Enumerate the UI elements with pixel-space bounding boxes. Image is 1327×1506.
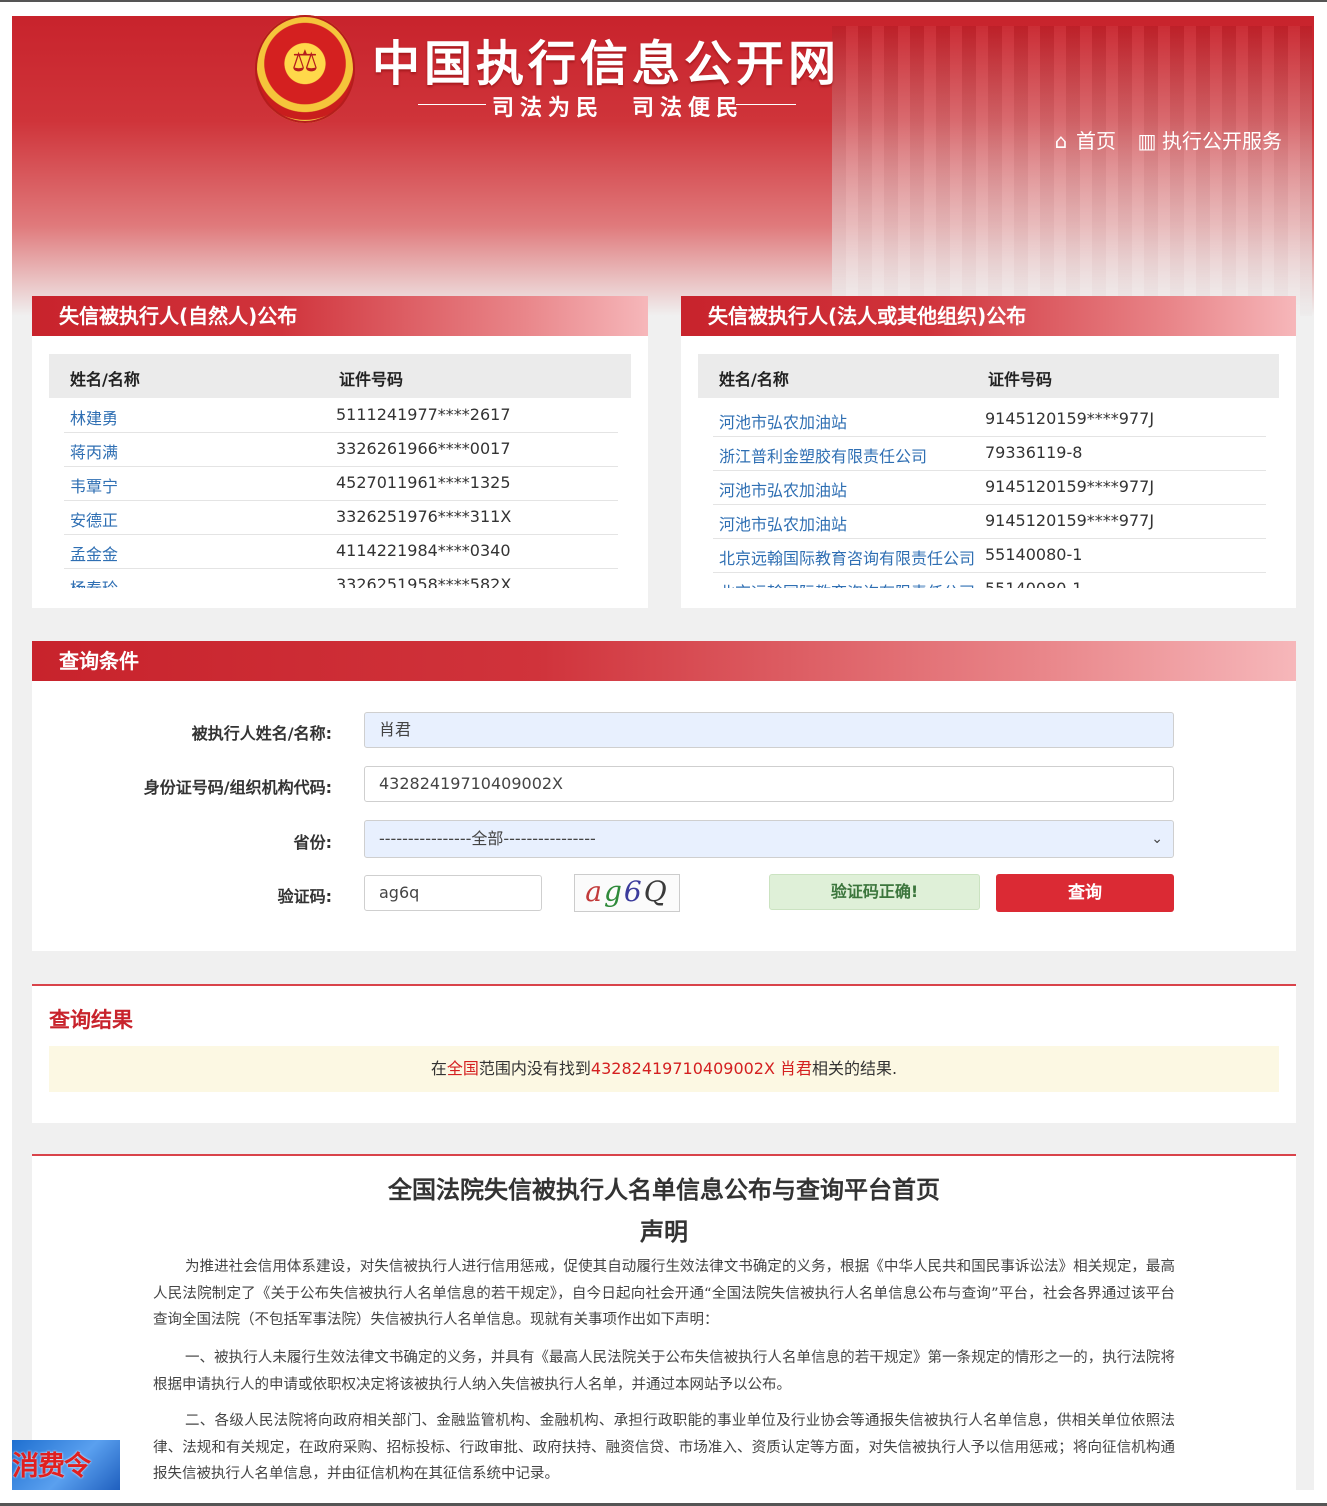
person-name-link[interactable]: 孟金金 [70, 541, 118, 565]
declaration-subtitle: 声明 [640, 1218, 688, 1246]
person-id: 3326251976****311X [336, 507, 512, 526]
site-slogan: 司法为民 司法便民 [492, 95, 745, 121]
table-row: 浙江普利金塑胶有限责任公司 79336119-8 [713, 436, 1266, 471]
org-id: 55140080-1 [985, 579, 1082, 588]
name-input[interactable]: 肖君 [364, 712, 1174, 748]
person-id: 3326261966****0017 [336, 439, 511, 458]
court-building-image [832, 26, 1312, 316]
nav-execution-service-link[interactable]: ▥ 执行公开服务 [1136, 125, 1282, 154]
table-row: 河池市弘农加油站 9145120159****977J [713, 470, 1266, 505]
org-name-link[interactable]: 河池市弘农加油站 [719, 409, 847, 433]
site-title: 中国执行信息公开网 [372, 36, 841, 92]
org-id: 9145120159****977J [985, 409, 1155, 428]
captcha-input[interactable]: ag6q [364, 875, 542, 911]
table-row: 孟金金 4114221984****0340 [64, 534, 618, 569]
org-id: 55140080-1 [985, 545, 1083, 564]
slogan-divider [418, 104, 486, 105]
person-panel-title: 失信被执行人(自然人)公布 [32, 296, 648, 336]
org-id: 9145120159****977J [985, 511, 1155, 530]
person-name-link[interactable]: 杨春玲 [70, 575, 118, 588]
person-id: 5111241977****2617 [336, 405, 511, 424]
org-name-link[interactable]: 浙江普利金塑胶有限责任公司 [719, 443, 927, 467]
home-icon: ⌂ [1054, 129, 1068, 153]
person-name-link[interactable]: 林建勇 [70, 405, 118, 429]
slogan-divider [736, 104, 796, 105]
captcha-image[interactable]: ag6Q [574, 874, 680, 912]
result-message: 在全国范围内没有找到43282419710409002X 肖君相关的结果. [49, 1046, 1279, 1092]
result-scope: 全国 [446, 1059, 479, 1078]
name-label: 被执行人姓名/名称: [191, 724, 332, 743]
result-query-terms: 43282419710409002X 肖君 [590, 1059, 813, 1078]
org-id: 79336119-8 [985, 443, 1083, 462]
person-name-link[interactable]: 蒋丙满 [70, 439, 118, 463]
province-selected-value: ----------------全部---------------- [379, 829, 596, 848]
result-text: 范围内没有找到 [478, 1059, 591, 1078]
column-header-id: 证件号码 [988, 370, 1053, 389]
table-row: 河池市弘农加油站 9145120159****977J [713, 402, 1266, 437]
declaration-paragraph: 为推进社会信用体系建设，对失信被执行人进行信用惩戒，促使其自动履行生效法律文书确… [153, 1259, 1175, 1328]
captcha-char: g [603, 875, 624, 908]
org-name-link[interactable]: 河池市弘农加油站 [719, 477, 847, 501]
query-button[interactable]: 查询 [996, 874, 1174, 912]
nav-home-link[interactable]: ⌂ 首页 [1050, 125, 1116, 154]
province-label: 省份: [293, 833, 332, 852]
org-list-panel: 失信被执行人(法人或其他组织)公布 姓名/名称 证件号码 河池市弘农加油站 914… [681, 296, 1296, 608]
table-row: 杨春玲 3326251958****582X [64, 568, 618, 588]
name-label-wrap: 被执行人姓名/名称: [100, 720, 332, 744]
nav-home-label: 首页 [1076, 129, 1116, 153]
chevron-down-icon: ⌄ [1151, 831, 1163, 847]
table-row: 韦覃宁 4527011961****1325 [64, 466, 618, 501]
floating-ad-banner[interactable]: 消费令 [12, 1440, 120, 1490]
org-name-link[interactable]: 北京远翰国际教育咨询有限责任公司 [719, 579, 975, 588]
id-number-input[interactable]: 43282419710409002X [364, 766, 1174, 802]
person-name-link[interactable]: 安德正 [70, 507, 118, 531]
table-row: 林建勇 5111241977****2617 [64, 398, 618, 433]
org-table-body[interactable]: 河池市弘农加油站 9145120159****977J 浙江普利金塑胶有限责任公司… [681, 398, 1296, 588]
building-icon: ▥ [1137, 129, 1157, 153]
column-header-name: 姓名/名称 [719, 370, 789, 389]
result-title: 查询结果 [49, 1008, 133, 1032]
query-panel-title: 查询条件 [32, 641, 1296, 681]
person-id: 4114221984****0340 [336, 541, 511, 560]
person-table-body[interactable]: 林建勇 5111241977****2617 蒋丙满 3326261966****0… [32, 398, 648, 588]
declaration-paragraph: 一、被执行人未履行生效法律文书确定的义务，并具有《最高人民法院关于公布失信被执行… [153, 1350, 1175, 1393]
result-text: 在 [430, 1059, 447, 1078]
court-emblem-icon: ⚖ [255, 15, 355, 123]
table-row: 蒋丙满 3326261966****0017 [64, 432, 618, 467]
province-label-wrap: 省份: [100, 829, 332, 853]
captcha-char: Q [643, 875, 669, 908]
org-table-header: 姓名/名称 证件号码 [698, 354, 1279, 398]
person-table-header: 姓名/名称 证件号码 [49, 354, 631, 398]
person-name-link[interactable]: 韦覃宁 [70, 473, 118, 497]
nav-execution-service-label: 执行公开服务 [1162, 129, 1282, 153]
table-row: 北京远翰国际教育咨询有限责任公司 55140080-1 [713, 572, 1266, 588]
column-header-id: 证件号码 [339, 370, 404, 389]
table-row: 北京远翰国际教育咨询有限责任公司 55140080-1 [713, 538, 1266, 573]
declaration-title: 全国法院失信被执行人名单信息公布与查询平台首页 [388, 1176, 940, 1204]
org-name-link[interactable]: 北京远翰国际教育咨询有限责任公司 [719, 545, 975, 569]
result-text: 相关的结果. [812, 1059, 898, 1078]
org-panel-title: 失信被执行人(法人或其他组织)公布 [681, 296, 1296, 336]
id-label-wrap: 身份证号码/组织机构代码: [100, 774, 332, 798]
captcha-label: 验证码: [277, 887, 332, 906]
captcha-status-badge: 验证码正确! [769, 874, 980, 910]
person-id: 4527011961****1325 [336, 473, 511, 492]
person-list-panel: 失信被执行人(自然人)公布 姓名/名称 证件号码 林建勇 5111241977**… [32, 296, 648, 608]
captcha-label-wrap: 验证码: [100, 883, 332, 907]
window-top-border [0, 0, 1327, 2]
table-row: 安德正 3326251976****311X [64, 500, 618, 535]
captcha-char: 6 [623, 875, 644, 908]
org-id: 9145120159****977J [985, 477, 1155, 496]
org-name-link[interactable]: 河池市弘农加油站 [719, 511, 847, 535]
province-select[interactable]: ----------------全部---------------- ⌄ [364, 820, 1174, 858]
column-header-name: 姓名/名称 [70, 370, 140, 389]
id-label: 身份证号码/组织机构代码: [143, 778, 332, 797]
table-row: 河池市弘农加油站 9145120159****977J [713, 504, 1266, 539]
declaration-paragraph: 二、各级人民法院将向政府相关部门、金融监管机构、金融机构、承担行政职能的事业单位… [153, 1413, 1175, 1480]
person-id: 3326251958****582X [336, 575, 512, 588]
captcha-char: a [585, 875, 604, 908]
ad-label: 消费令 [12, 1451, 91, 1482]
